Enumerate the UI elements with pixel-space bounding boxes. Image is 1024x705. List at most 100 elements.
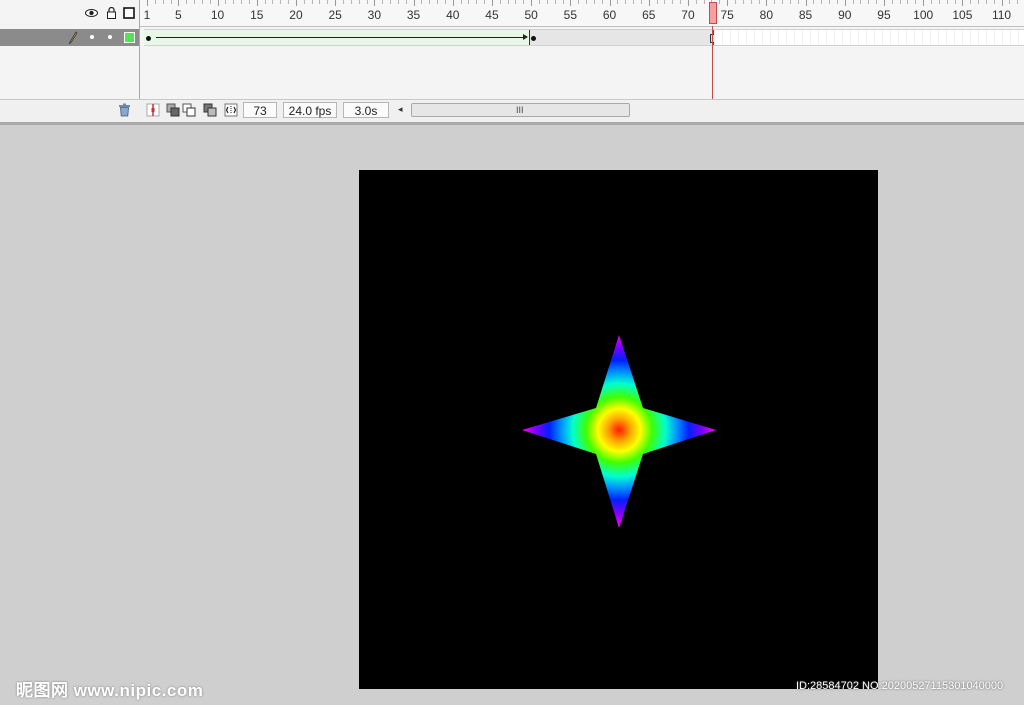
ruler-label: 50 [524, 8, 538, 22]
ruler-tick [437, 0, 439, 4]
motion-tween-span[interactable] [144, 30, 530, 45]
ruler-tick [766, 0, 768, 6]
ruler-tick [154, 0, 156, 4]
ruler-label: 75 [720, 8, 734, 22]
ruler-tick [601, 0, 603, 4]
ruler-tick [429, 0, 431, 4]
ruler-tick [970, 0, 972, 4]
ruler-tick [680, 0, 682, 4]
frames-row[interactable] [144, 29, 1024, 46]
timeline-status-bar: 73 24.0 fps 3.0s ◂ III [0, 99, 1024, 122]
stage-canvas[interactable] [359, 170, 878, 689]
layer-row[interactable] [0, 29, 139, 46]
ruler-tick [358, 0, 360, 4]
ruler-tick [233, 0, 235, 4]
ruler-tick [217, 0, 219, 6]
ruler-tick [523, 0, 525, 4]
ruler-label: 55 [563, 8, 578, 22]
lock-dot[interactable] [108, 35, 112, 39]
lock-icon[interactable] [105, 7, 118, 19]
ruler-tick [750, 0, 752, 4]
watermark-site: 昵图网 www.nipic.com [16, 681, 204, 700]
ruler-label: 80 [759, 8, 774, 22]
ruler-tick [954, 0, 956, 4]
static-frames-span[interactable] [530, 30, 714, 45]
watermark-id: ID:28584702 NO:20200527115301040000 [796, 680, 1004, 692]
ruler-tick [264, 0, 266, 4]
ruler-tick [343, 0, 344, 4]
playhead[interactable] [709, 2, 717, 24]
ruler-tick [899, 0, 901, 4]
current-frame-field[interactable]: 73 [243, 102, 277, 118]
ruler-tick [295, 0, 297, 6]
ruler-tick [476, 0, 478, 4]
keyframe-start[interactable] [146, 36, 151, 41]
modify-onion-markers-icon[interactable] [224, 103, 238, 117]
layer-color-swatch[interactable] [124, 32, 135, 43]
ruler-label: 20 [289, 8, 303, 22]
ruler-label: 25 [328, 8, 342, 22]
ruler-tick [554, 0, 556, 4]
ruler-tick [390, 0, 392, 4]
ruler-tick [241, 0, 243, 4]
ruler-tick [648, 0, 650, 6]
ruler-tick [578, 0, 580, 4]
eye-icon[interactable] [85, 7, 98, 19]
ruler-tick [907, 0, 909, 4]
ruler-tick [876, 0, 878, 4]
onion-skin-icon[interactable] [166, 103, 180, 117]
ruler-tick [491, 0, 493, 6]
visibility-dot[interactable] [90, 35, 94, 39]
keyframe-end[interactable] [531, 36, 536, 41]
ruler-label: 95 [877, 8, 891, 22]
empty-frames[interactable] [714, 30, 1024, 45]
ruler-tick [484, 0, 486, 4]
ruler-tick [695, 0, 697, 4]
onion-skin-outlines-icon[interactable] [182, 103, 196, 117]
horizontal-scrollbar-thumb[interactable]: III [411, 103, 630, 117]
trash-icon[interactable] [118, 103, 131, 117]
ruler-tick [852, 0, 854, 4]
ruler-tick [891, 0, 893, 4]
elapsed-time-field: 3.0s [343, 102, 389, 118]
ruler-tick [860, 0, 862, 4]
ruler-tick [539, 0, 540, 4]
edit-multiple-frames-icon[interactable] [203, 103, 217, 117]
star-shape[interactable] [522, 335, 716, 528]
ruler-tick [868, 0, 870, 4]
ruler-tick [593, 0, 595, 4]
outline-icon[interactable] [123, 7, 136, 19]
ruler-tick [985, 0, 987, 4]
ruler-tick [225, 0, 227, 4]
ruler-label: 65 [642, 8, 656, 22]
ruler-tick [829, 0, 831, 4]
ruler-tick [335, 0, 337, 6]
ruler-tick [805, 0, 807, 6]
timeline-panel: 1 5 10 15 20 25 30 35 40 45 50 55 60 65 70 75 80 85 90 95 10… [0, 0, 1024, 122]
frame-rate-field[interactable]: 24.0 fps [283, 102, 337, 118]
ruler-tick [609, 0, 611, 6]
ruler-tick [194, 0, 196, 4]
ruler-tick [366, 0, 368, 4]
panel-divider[interactable] [0, 122, 1024, 125]
ruler-tick [280, 0, 282, 4]
frame-ruler[interactable]: 1 5 10 15 20 25 30 35 40 45 50 55 60 65 70 75 80 85 90 95 10… [140, 0, 1024, 27]
scroll-left-arrow-icon[interactable]: ◂ [398, 104, 403, 115]
pencil-icon [68, 31, 78, 44]
ruler-label: 100 [913, 8, 934, 22]
ruler-label: 5 [175, 8, 182, 22]
ruler-tick [303, 0, 305, 4]
ruler-tick [813, 0, 815, 4]
ruler-tick [633, 0, 635, 4]
ruler-tick [774, 0, 776, 4]
ruler-tick [170, 0, 172, 4]
ruler-tick [413, 0, 415, 6]
ruler-tick [531, 0, 533, 6]
ruler-label: 15 [250, 8, 264, 22]
center-frame-icon[interactable] [146, 103, 160, 117]
ruler-tick [836, 0, 838, 4]
ruler-tick [931, 0, 932, 4]
ruler-tick [1017, 0, 1019, 4]
ruler-tick [444, 0, 446, 4]
ruler-tick [625, 0, 627, 4]
